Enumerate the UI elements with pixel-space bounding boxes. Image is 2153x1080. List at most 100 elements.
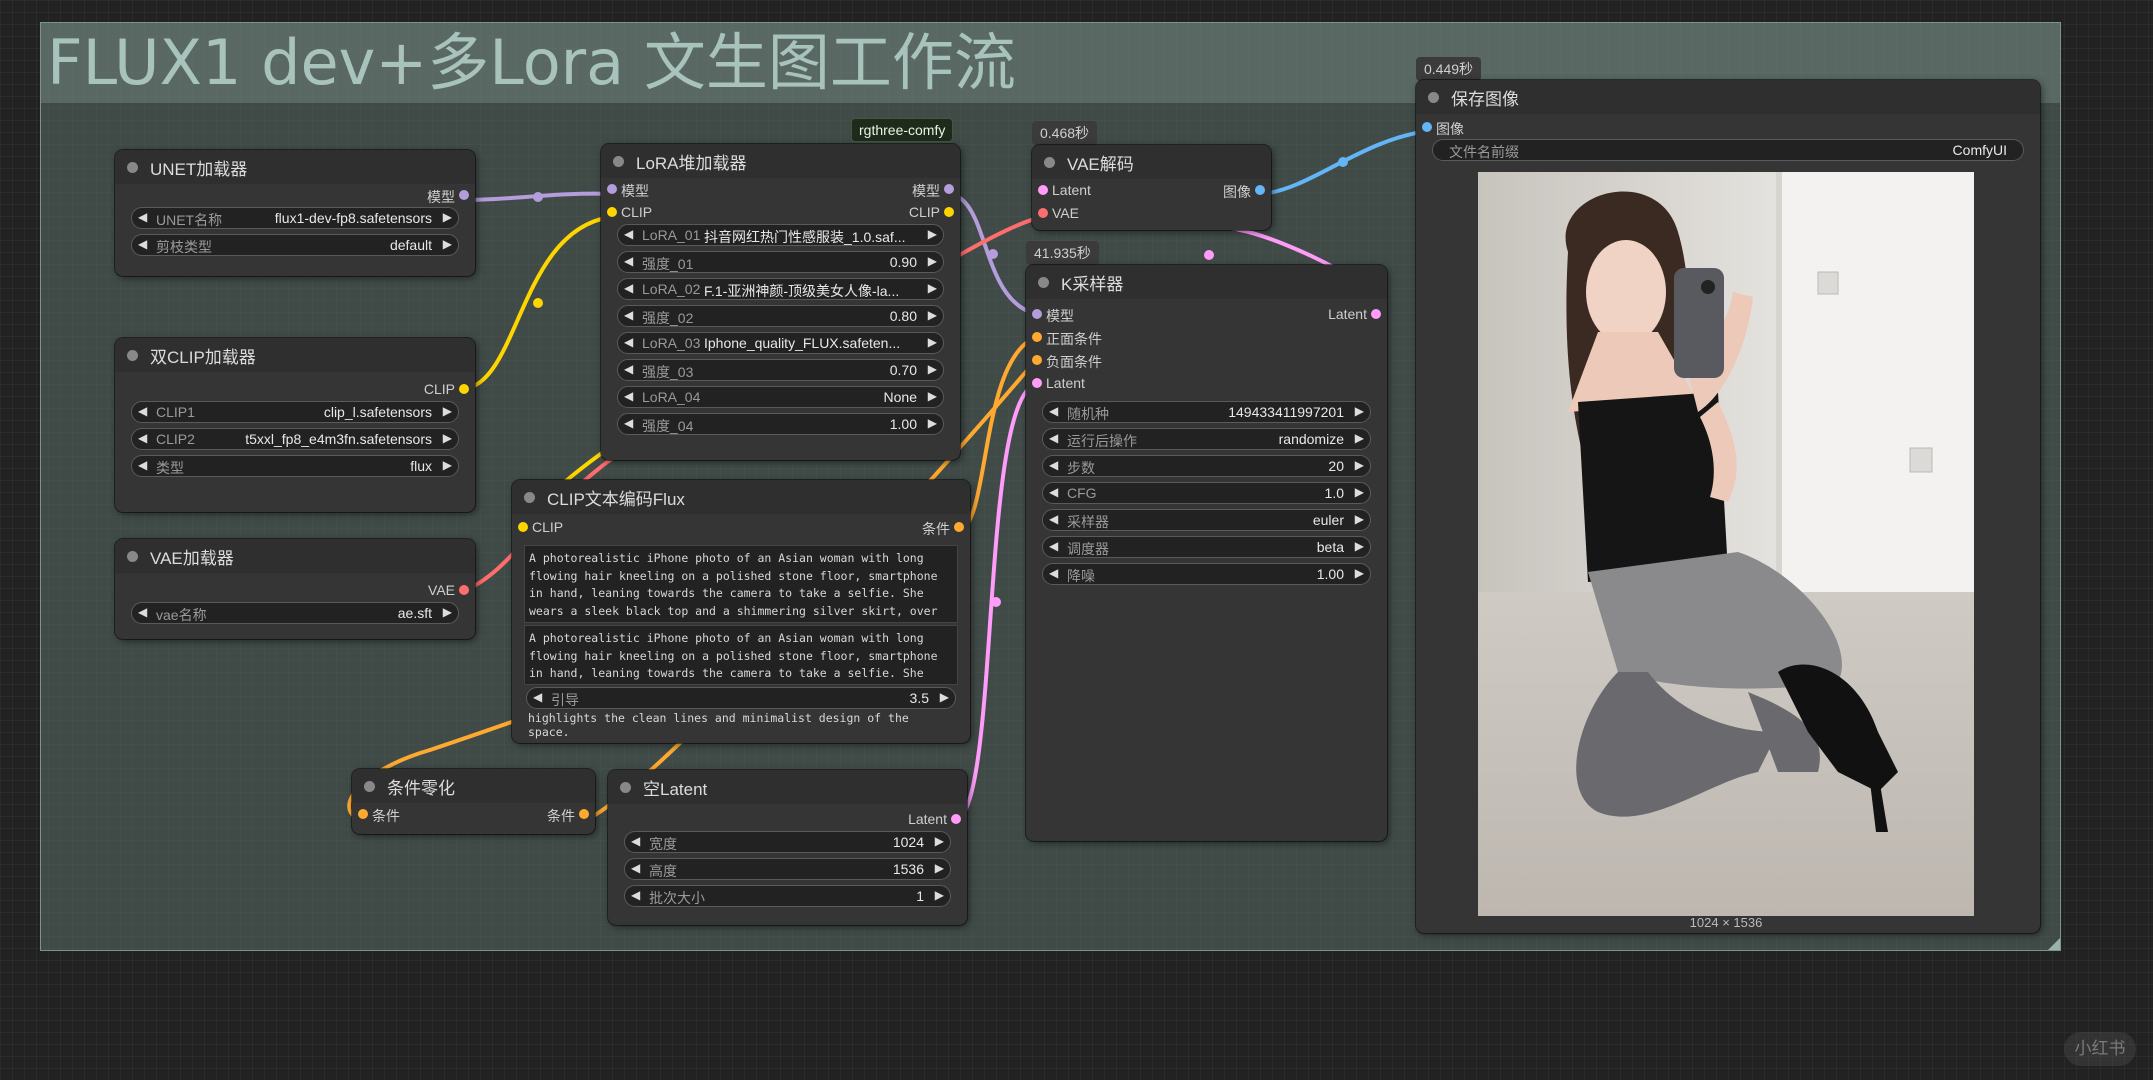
widget-weight-dtype[interactable]: ◀ 剪枝类型 default ▶: [131, 234, 459, 256]
node-dualclip-loader[interactable]: 双CLIP加载器 CLIP ◀ CLIP1 clip_l.safetensors ▶ …: [115, 338, 475, 512]
widget-strength-02[interactable]: ◀ 强度_02 0.80 ▶: [617, 305, 944, 327]
arrow-right-icon[interactable]: ▶: [443, 210, 452, 224]
widget-height[interactable]: ◀ 高度 1536 ▶: [624, 858, 951, 880]
input-negative-port[interactable]: [1032, 355, 1042, 365]
arrow-right-icon[interactable]: ▶: [928, 335, 937, 349]
collapse-dot[interactable]: [524, 491, 535, 503]
arrow-right-icon[interactable]: ▶: [443, 431, 452, 445]
widget-clip1[interactable]: ◀ CLIP1 clip_l.safetensors ▶: [131, 401, 459, 423]
arrow-left-icon[interactable]: ◀: [138, 605, 147, 619]
input-latent-port[interactable]: [1038, 185, 1048, 195]
input-model-port[interactable]: [1032, 309, 1042, 319]
prompt-clip-l-textarea[interactable]: A photorealistic iPhone photo of an Asia…: [524, 545, 958, 623]
widget-cfg[interactable]: ◀ CFG 1.0 ▶: [1042, 482, 1371, 504]
input-clip-port[interactable]: [607, 207, 617, 217]
arrow-right-icon[interactable]: ▶: [940, 690, 949, 704]
node-empty-latent[interactable]: 空Latent Latent ◀ 宽度 1024 ▶ ◀ 高度 1536 ▶ ◀ 批次大小 1 ▶: [608, 770, 967, 925]
arrow-left-icon[interactable]: ◀: [624, 335, 633, 349]
arrow-right-icon[interactable]: ▶: [443, 237, 452, 251]
widget-lora-03[interactable]: ◀ LoRA_03 Iphone_quality_FLUX.safeten... ▶: [617, 332, 944, 354]
arrow-right-icon[interactable]: ▶: [928, 227, 937, 241]
arrow-left-icon[interactable]: ◀: [631, 834, 640, 848]
output-image-port[interactable]: [1255, 185, 1265, 195]
input-clip-port[interactable]: [518, 522, 528, 532]
arrow-left-icon[interactable]: ◀: [624, 389, 633, 403]
input-latent-port[interactable]: [1032, 378, 1042, 388]
arrow-right-icon[interactable]: ▶: [935, 834, 944, 848]
widget-filename-prefix[interactable]: 文件名前缀 ComfyUI: [1432, 139, 2024, 161]
arrow-right-icon[interactable]: ▶: [1355, 512, 1364, 526]
arrow-right-icon[interactable]: ▶: [928, 281, 937, 295]
arrow-left-icon[interactable]: ◀: [624, 416, 633, 430]
arrow-left-icon[interactable]: ◀: [624, 227, 633, 241]
output-latent-port[interactable]: [1371, 309, 1381, 319]
arrow-left-icon[interactable]: ◀: [624, 362, 633, 376]
arrow-right-icon[interactable]: ▶: [928, 389, 937, 403]
collapse-dot[interactable]: [613, 155, 624, 167]
output-model-port[interactable]: [944, 184, 954, 194]
collapse-dot[interactable]: [364, 780, 375, 792]
arrow-right-icon[interactable]: ▶: [443, 605, 452, 619]
collapse-dot[interactable]: [620, 781, 631, 793]
arrow-left-icon[interactable]: ◀: [624, 308, 633, 322]
arrow-right-icon[interactable]: ▶: [1355, 566, 1364, 580]
arrow-left-icon[interactable]: ◀: [1049, 404, 1058, 418]
arrow-right-icon[interactable]: ▶: [1355, 485, 1364, 499]
arrow-left-icon[interactable]: ◀: [1049, 566, 1058, 580]
collapse-dot[interactable]: [1044, 156, 1055, 168]
node-vae-loader[interactable]: VAE加载器 VAE ◀ vae名称 ae.sft ▶: [115, 539, 475, 639]
collapse-dot[interactable]: [127, 550, 138, 562]
widget-scheduler[interactable]: ◀ 调度器 beta ▶: [1042, 536, 1371, 558]
node-ksampler[interactable]: K采样器 模型 Latent 正面条件 负面条件 Latent ◀ 随机种 14943…: [1026, 265, 1387, 841]
arrow-right-icon[interactable]: ▶: [1355, 431, 1364, 445]
widget-unet-name[interactable]: ◀ UNET名称 flux1-dev-fp8.safetensors ▶: [131, 207, 459, 229]
arrow-left-icon[interactable]: ◀: [631, 861, 640, 875]
arrow-right-icon[interactable]: ▶: [443, 404, 452, 418]
arrow-left-icon[interactable]: ◀: [631, 888, 640, 902]
arrow-left-icon[interactable]: ◀: [138, 404, 147, 418]
arrow-left-icon[interactable]: ◀: [1049, 512, 1058, 526]
arrow-left-icon[interactable]: ◀: [533, 690, 542, 704]
arrow-left-icon[interactable]: ◀: [138, 458, 147, 472]
output-image-preview[interactable]: [1478, 172, 1974, 916]
widget-steps[interactable]: ◀ 步数 20 ▶: [1042, 455, 1371, 477]
output-conditioning-port[interactable]: [579, 809, 589, 819]
output-vae-port[interactable]: [459, 585, 469, 595]
arrow-left-icon[interactable]: ◀: [1049, 485, 1058, 499]
widget-batch-size[interactable]: ◀ 批次大小 1 ▶: [624, 885, 951, 907]
input-conditioning-port[interactable]: [358, 809, 368, 819]
input-model-port[interactable]: [607, 184, 617, 194]
input-image-port[interactable]: [1422, 122, 1432, 132]
input-positive-port[interactable]: [1032, 332, 1042, 342]
widget-sampler[interactable]: ◀ 采样器 euler ▶: [1042, 509, 1371, 531]
arrow-right-icon[interactable]: ▶: [935, 861, 944, 875]
node-conditioning-zero-out[interactable]: 条件零化 条件 条件: [352, 769, 595, 834]
output-conditioning-port[interactable]: [954, 522, 964, 532]
arrow-right-icon[interactable]: ▶: [928, 416, 937, 430]
arrow-right-icon[interactable]: ▶: [1355, 458, 1364, 472]
widget-clip2[interactable]: ◀ CLIP2 t5xxl_fp8_e4m3fn.safetensors ▶: [131, 428, 459, 450]
arrow-left-icon[interactable]: ◀: [1049, 539, 1058, 553]
arrow-left-icon[interactable]: ◀: [138, 431, 147, 445]
arrow-right-icon[interactable]: ▶: [928, 254, 937, 268]
arrow-right-icon[interactable]: ▶: [928, 362, 937, 376]
widget-clip-type[interactable]: ◀ 类型 flux ▶: [131, 455, 459, 477]
output-model-port[interactable]: [459, 190, 469, 200]
arrow-right-icon[interactable]: ▶: [928, 308, 937, 322]
arrow-left-icon[interactable]: ◀: [138, 210, 147, 224]
node-unet-loader[interactable]: UNET加载器 模型 ◀ UNET名称 flux1-dev-fp8.safetens…: [115, 150, 475, 276]
widget-lora-02[interactable]: ◀ LoRA_02 F.1-亚洲神颜-顶级美女人像-la... ▶: [617, 278, 944, 300]
output-clip-port[interactable]: [944, 207, 954, 217]
node-lora-stack[interactable]: LoRA堆加载器 模型 模型 CLIP CLIP ◀ LoRA_01 抖音网红热门性感服…: [601, 144, 960, 460]
arrow-left-icon[interactable]: ◀: [138, 237, 147, 251]
group-resize-handle[interactable]: [2048, 938, 2060, 950]
widget-guidance[interactable]: ◀ 引导 3.5 ▶: [526, 687, 956, 709]
arrow-left-icon[interactable]: ◀: [1049, 431, 1058, 445]
widget-denoise[interactable]: ◀ 降噪 1.00 ▶: [1042, 563, 1371, 585]
widget-control-after-generate[interactable]: ◀ 运行后操作 randomize ▶: [1042, 428, 1371, 450]
output-latent-port[interactable]: [951, 814, 961, 824]
arrow-left-icon[interactable]: ◀: [1049, 458, 1058, 472]
node-clip-text-encode-flux[interactable]: CLIP文本编码Flux CLIP 条件 A photorealistic iPh…: [512, 480, 970, 743]
widget-width[interactable]: ◀ 宽度 1024 ▶: [624, 831, 951, 853]
collapse-dot[interactable]: [1038, 276, 1049, 288]
